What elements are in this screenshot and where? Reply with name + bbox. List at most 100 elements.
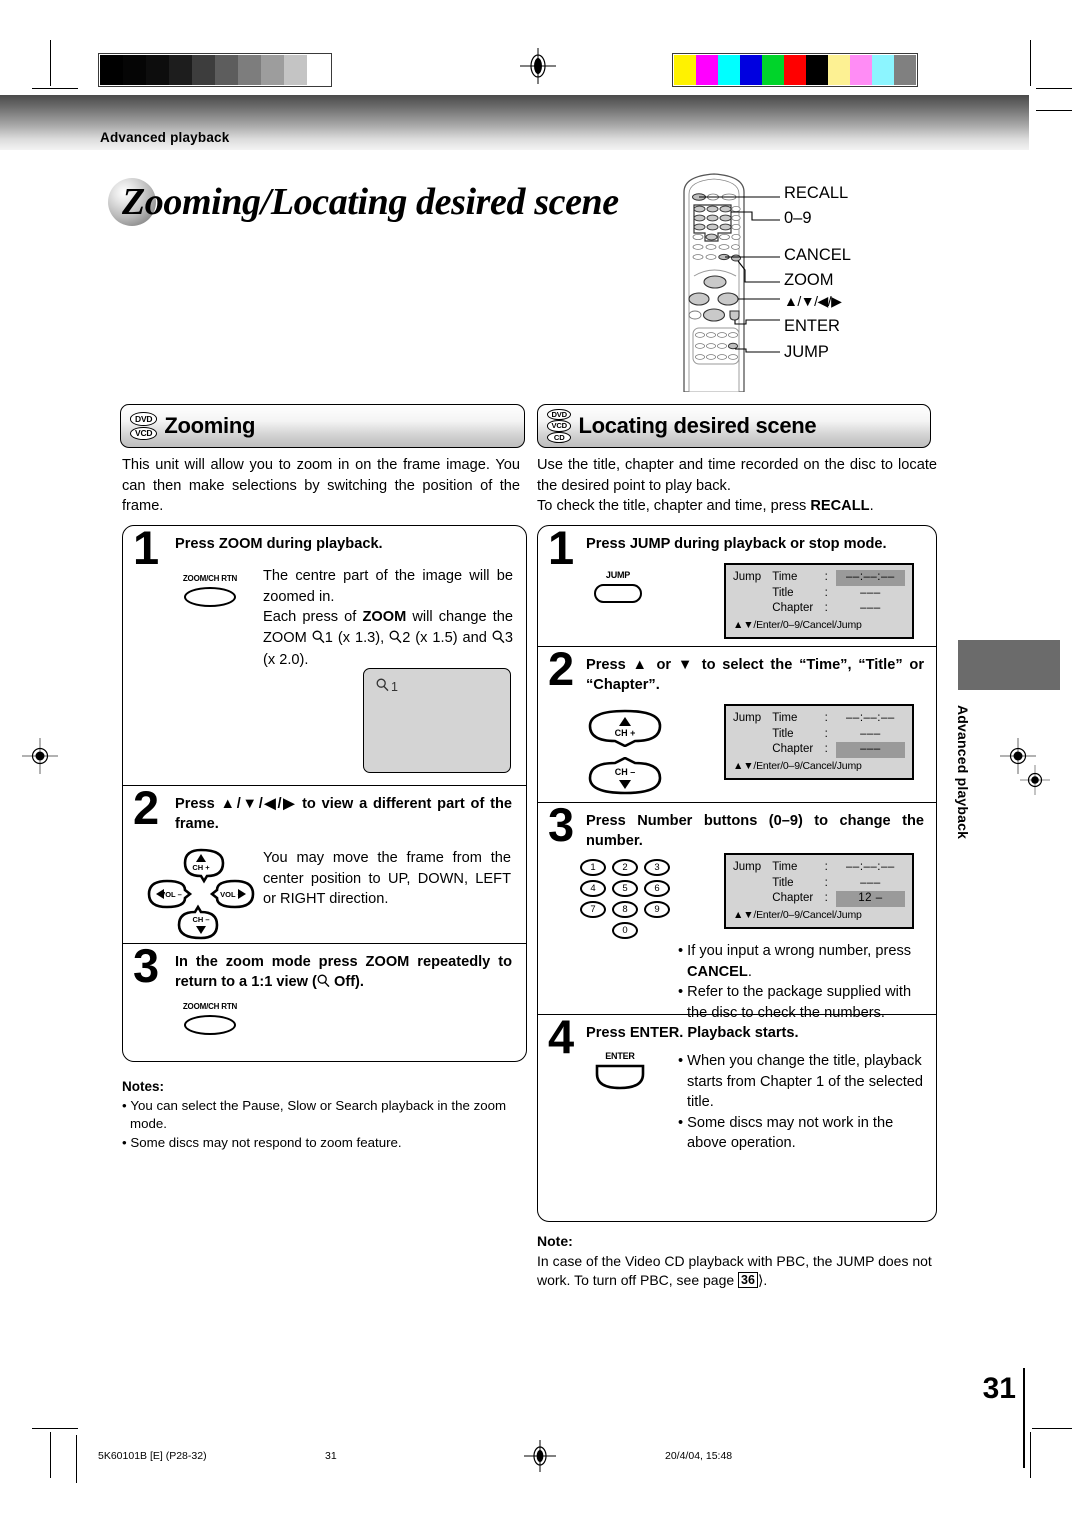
zoom-button-label: ZOOM/CH RTN — [182, 574, 238, 583]
gray-swatch — [169, 55, 192, 85]
zoom-frame-preview: 1 — [363, 668, 511, 773]
step1-prefix: Each press of — [263, 609, 363, 625]
keypad-spacer — [580, 922, 606, 939]
registration-mark-top — [520, 48, 556, 84]
step-number: 4 — [548, 1010, 575, 1063]
remote-callout-numbers: 0–9 — [784, 209, 812, 227]
locating-step-2: 2 Press ▲ or ▼ to select the “Time”, “Ti… — [538, 645, 936, 802]
page-number-rule — [1023, 1368, 1025, 1468]
section-header-locating: DVD VCD CD Locating desired scene — [537, 404, 931, 448]
gray-swatch — [307, 55, 330, 85]
zooming-intro: This unit will allow you to zoom in on t… — [122, 457, 520, 514]
svg-text:CH –: CH – — [192, 915, 209, 924]
magnifier-icon — [312, 630, 325, 651]
badge-dvd: DVD — [547, 408, 572, 421]
note-item: • You can select the Pause, Slow or Sear… — [122, 1097, 507, 1132]
magnifier-icon — [492, 630, 505, 651]
running-head: Advanced playback — [100, 130, 230, 145]
osd-field-value: ––– — [835, 742, 905, 758]
number-key: 0 — [612, 922, 638, 939]
osd-field-name: Time — [772, 712, 798, 724]
crop-mark-tr-h — [1036, 88, 1072, 89]
osd-row: Jump Time : ––:––:–– — [733, 860, 905, 876]
osd-sep: : — [824, 861, 828, 873]
number-key: 7 — [580, 901, 606, 918]
zoom-button-icon — [184, 1015, 236, 1035]
osd-footer: ▲▼/Enter/0–9/Cancel/Jump — [733, 759, 862, 772]
osd-row: Title : ––– — [733, 876, 905, 892]
color-swatch — [894, 55, 916, 85]
osd-row: Chapter : ––– — [733, 742, 905, 758]
note-body: In case of the Video CD playback with PB… — [537, 1252, 941, 1291]
registration-mark-side-tab — [1020, 765, 1050, 795]
step-heading: In the zoom mode press ZOOM repeatedly t… — [123, 944, 526, 994]
number-keypad-icon: 1 2 3 4 5 6 7 8 9 0 — [580, 859, 670, 939]
remote-callout-zoom: ZOOM — [784, 271, 834, 289]
color-swatch — [850, 55, 872, 85]
bullet-text: When you change the title, playback star… — [687, 1053, 924, 1110]
osd-footer: ▲▼/Enter/0–9/Cancel/Jump — [733, 618, 862, 631]
step1-zoom1: 1 (x 1.3), — [324, 629, 390, 646]
gray-swatch — [284, 55, 307, 85]
osd-sep: : — [824, 876, 828, 889]
gray-swatch — [238, 55, 261, 85]
locating-step-1: 1 Press JUMP during playback or stop mod… — [538, 521, 936, 646]
color-swatch — [740, 55, 762, 85]
color-swatch — [784, 55, 806, 85]
osd-sep: : — [824, 892, 828, 904]
badge-vcd: VCD — [130, 426, 158, 440]
osd-field-name: Chapter — [772, 602, 814, 614]
note-text-part1: In case of the Video CD playback with PB… — [537, 1252, 932, 1289]
number-key: 8 — [612, 901, 638, 918]
section-header-zooming: DVD VCD Zooming — [120, 404, 525, 448]
gray-swatch — [146, 55, 169, 85]
grayscale-calibration-bar — [98, 53, 332, 87]
gray-swatch — [215, 55, 238, 85]
section-title-zooming: Zooming — [164, 413, 256, 438]
number-key: 6 — [644, 880, 670, 897]
intro-prefix: To check the title, chapter and time, pr… — [537, 498, 811, 514]
osd-sep: : — [824, 571, 828, 583]
svg-text:VOL –: VOL – — [160, 890, 182, 899]
osd-row: Title : ––– — [733, 586, 905, 602]
osd-sep: : — [824, 712, 828, 724]
osd-row: Chapter : ––– — [733, 601, 905, 617]
svg-text:CH +: CH + — [192, 863, 210, 872]
page-reference: 36 — [738, 1272, 758, 1288]
color-calibration-bar — [672, 53, 918, 87]
bullet-text: Some discs may not work in the above ope… — [687, 1114, 894, 1152]
color-swatch — [762, 55, 784, 85]
step-number: 1 — [548, 521, 575, 574]
osd-label: Jump — [733, 861, 762, 873]
side-tab-block — [958, 640, 1060, 690]
locating-intro-line1: Use the title, chapter and time recorded… — [537, 457, 937, 494]
crop-mark-br-h — [1032, 1428, 1072, 1429]
osd-panel-step3: Jump Time : ––:––:–– Title : ––– Chapter… — [724, 853, 914, 929]
step-number: 3 — [133, 939, 160, 992]
registration-mark-left — [22, 738, 58, 774]
remote-control-illustration: RECALL 0–9 CANCEL ZOOM ▲/▼/◀/▶ ENTER JUM… — [668, 172, 968, 393]
osd-row: Jump Time : ––:––:–– — [733, 570, 905, 586]
badge-vcd: VCD — [547, 420, 572, 432]
step-heading: Press ▲ or ▼ to select the “Time”, “Titl… — [586, 657, 924, 693]
zooming-steps: 1 Press ZOOM during playback. ZOOM/CH RT… — [122, 524, 527, 1062]
side-tab-label: Advanced playback — [955, 705, 971, 840]
step-heading: Press ZOOM during playback. — [175, 536, 383, 552]
step1-zoom2: 2 (x 1.5) and — [402, 629, 492, 646]
osd-sep: : — [824, 586, 828, 599]
color-swatch — [872, 55, 894, 85]
badge-cd: CD — [547, 431, 572, 444]
osd-panel-step1: Jump Time : ––:––:–– Title : ––– Chapter… — [724, 563, 914, 639]
osd-field-value: ––– — [860, 602, 881, 614]
bullet-item: • When you change the title, playback st… — [678, 1053, 924, 1110]
ch-up-button-icon: CH + — [586, 709, 664, 752]
page-title-text: Zooming/Locating desired scene — [122, 181, 619, 223]
step4-bullets: • When you change the title, playback st… — [678, 1051, 928, 1154]
step-heading: Press ENTER. Playback starts. — [586, 1025, 799, 1041]
osd-sep: : — [824, 727, 828, 740]
note-text-part2: ⟩. — [757, 1272, 768, 1288]
enter-button-icon — [594, 1064, 646, 1090]
number-key: 2 — [612, 859, 638, 876]
color-swatch — [674, 55, 696, 85]
locating-intro: Use the title, chapter and time recorded… — [537, 455, 937, 517]
